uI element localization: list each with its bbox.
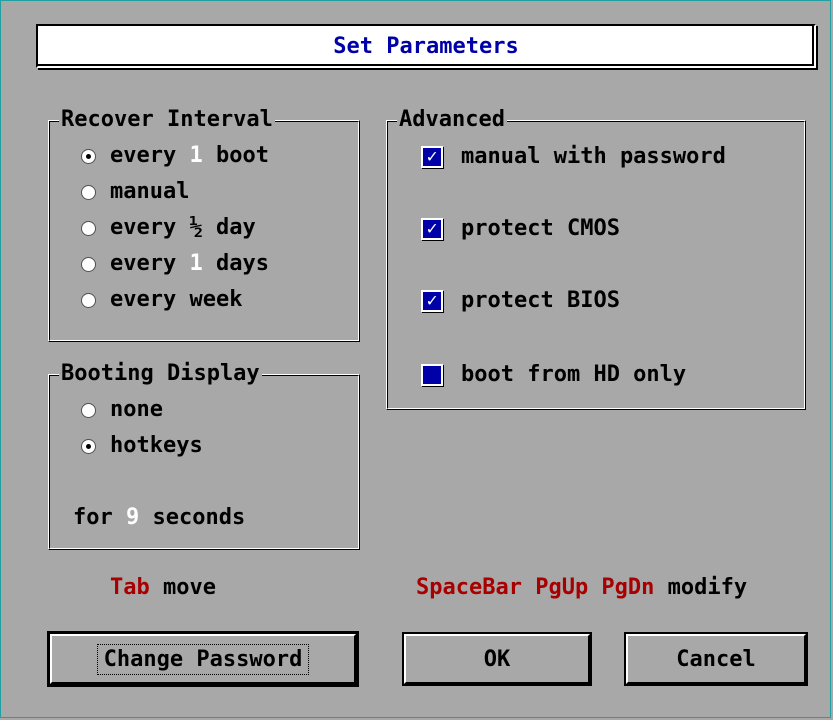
checkbox-checked-icon[interactable]: ✓ (421, 146, 443, 168)
option-label: every ½ day (110, 215, 256, 240)
recover-option-every-week[interactable]: every week (81, 287, 242, 313)
option-label: boot from HD only (461, 362, 687, 387)
option-label: protect BIOS (461, 288, 620, 313)
option-label: none (110, 397, 163, 422)
interval-value[interactable]: 1 (189, 251, 202, 277)
timeout-label: for (73, 505, 126, 530)
advanced-legend: Advanced (397, 107, 507, 133)
radio-selected-dot (86, 153, 91, 159)
advanced-option-manual-with-password[interactable]: ✓ manual with password (421, 143, 726, 171)
option-label: hotkeys (110, 433, 203, 458)
radio-selected-dot (86, 443, 91, 449)
recover-option-every-1-days[interactable]: every 1 days (81, 251, 269, 277)
help-modify: SpaceBar PgUp PgDn modify (416, 574, 747, 602)
option-label-suffix: days (202, 251, 269, 276)
timeout-seconds-value[interactable]: 9 (126, 505, 139, 531)
tab-key-hint: Tab (110, 575, 150, 600)
radio-icon[interactable] (81, 148, 96, 164)
hotkey-timeout: for 9 seconds (73, 505, 245, 531)
radio-icon[interactable] (81, 402, 96, 418)
tab-action-hint: move (149, 575, 216, 600)
modify-keys-hint: SpaceBar PgUp PgDn (416, 575, 655, 600)
recover-interval-legend: Recover Interval (59, 107, 275, 133)
modify-action-hint: modify (654, 575, 748, 600)
recover-option-every-1-boot[interactable]: every 1 boot (81, 143, 269, 169)
ok-button[interactable]: OK (402, 632, 592, 686)
option-label: protect CMOS (461, 216, 620, 241)
option-label-suffix: boot (202, 143, 269, 168)
recover-option-every-half-day[interactable]: every ½ day (81, 215, 256, 241)
change-password-button[interactable]: Change Password (47, 631, 359, 687)
radio-icon[interactable] (81, 292, 96, 308)
help-move: Tab move (110, 574, 216, 602)
radio-icon[interactable] (81, 184, 96, 200)
ok-label: OK (483, 646, 511, 672)
checkbox-checked-icon[interactable]: ✓ (421, 218, 443, 240)
change-password-label: Change Password (96, 643, 310, 675)
option-label: every week (110, 287, 243, 312)
advanced-group: Advanced ✓ manual with password ✓ protec… (386, 107, 806, 410)
recover-option-manual[interactable]: manual (81, 179, 189, 205)
option-label: every (110, 143, 190, 168)
checkbox-unchecked-icon[interactable] (421, 364, 443, 386)
option-label: every (110, 251, 190, 276)
option-label: manual (110, 179, 190, 204)
cancel-button[interactable]: Cancel (624, 632, 808, 686)
advanced-option-protect-cmos[interactable]: ✓ protect CMOS (421, 215, 620, 243)
display-option-none[interactable]: none (81, 397, 163, 423)
timeout-unit: seconds (139, 505, 246, 530)
advanced-option-boot-from-hd-only[interactable]: boot from HD only (421, 361, 686, 389)
radio-icon[interactable] (81, 256, 96, 272)
recover-interval-group: Recover Interval every 1 boot manual eve… (48, 107, 360, 342)
cancel-label: Cancel (676, 646, 756, 672)
checkbox-checked-icon[interactable]: ✓ (421, 290, 443, 312)
booting-display-group: Booting Display none hotkeys for 9 secon… (48, 361, 360, 550)
advanced-option-protect-bios[interactable]: ✓ protect BIOS (421, 287, 620, 315)
option-label: manual with password (461, 144, 726, 169)
display-option-hotkeys[interactable]: hotkeys (81, 433, 203, 459)
dialog-title-text: Set Parameters (333, 33, 519, 59)
radio-icon[interactable] (81, 438, 96, 454)
booting-display-legend: Booting Display (59, 361, 262, 387)
interval-value[interactable]: 1 (189, 143, 202, 169)
dialog-title: Set Parameters (36, 24, 816, 68)
radio-icon[interactable] (81, 220, 96, 236)
